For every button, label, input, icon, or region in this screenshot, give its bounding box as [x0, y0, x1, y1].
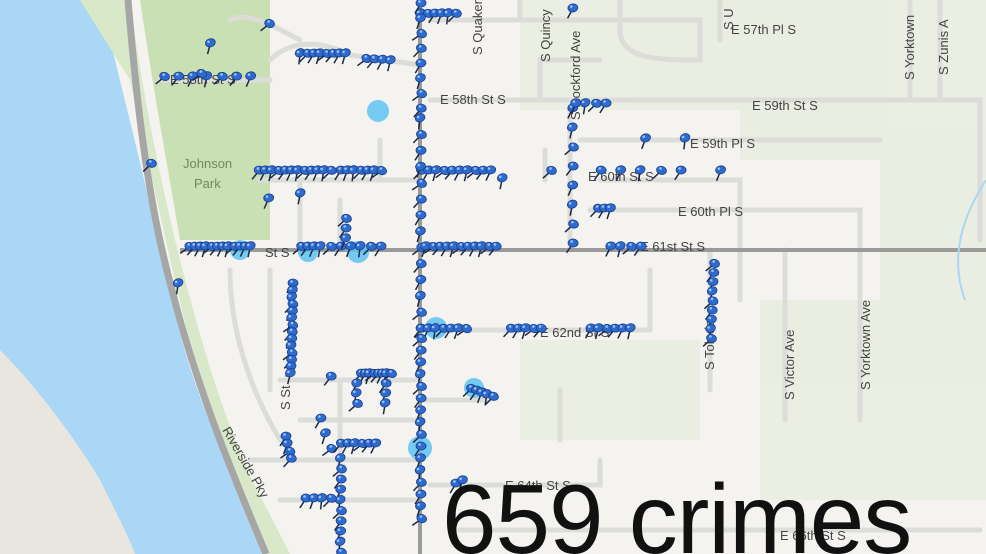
- street-label-quaker: S Quaker: [470, 0, 485, 55]
- street-label-e58th: E 58th St S: [440, 92, 506, 107]
- pushpin-icon[interactable]: [378, 397, 393, 415]
- street-label-s-u: S U: [721, 8, 736, 30]
- street-label-e59th-st: E 59th St S: [752, 98, 818, 113]
- park-label-line1: Johnson: [183, 156, 232, 171]
- street-label-e61st-left: St S: [265, 245, 290, 260]
- street-label-yorktown-ave: S Yorktown Ave: [858, 300, 873, 390]
- pushpin-icon[interactable]: [332, 547, 347, 554]
- street-label-e60th-pl: E 60th Pl S: [678, 204, 743, 219]
- park-label-line2: Park: [194, 176, 221, 191]
- street-label-quincy: S Quincy: [538, 9, 553, 62]
- street-label-s-st: S St: [278, 385, 293, 410]
- crime-map[interactable]: Johnson Park E 57th Pl S E 58th St S E 5…: [0, 0, 986, 554]
- street-label-e61st: E 61st St S: [640, 239, 705, 254]
- street-label-zunis: S Zunis A: [936, 19, 951, 75]
- pushpin-icon[interactable]: [319, 428, 333, 445]
- pushpin-icon[interactable]: [565, 199, 580, 216]
- street-label-e59th-pl: E 59th Pl S: [690, 136, 755, 151]
- crime-count-caption: 659 crimes: [442, 464, 912, 554]
- street-label-e57th-pl: E 57th Pl S: [731, 22, 796, 37]
- pushpin-icon[interactable]: [495, 172, 510, 190]
- street-label-victor: S Victor Ave: [782, 330, 797, 400]
- pushpin-icon[interactable]: [348, 398, 364, 415]
- street-label-yorktown-top: S Yorktown: [902, 15, 917, 80]
